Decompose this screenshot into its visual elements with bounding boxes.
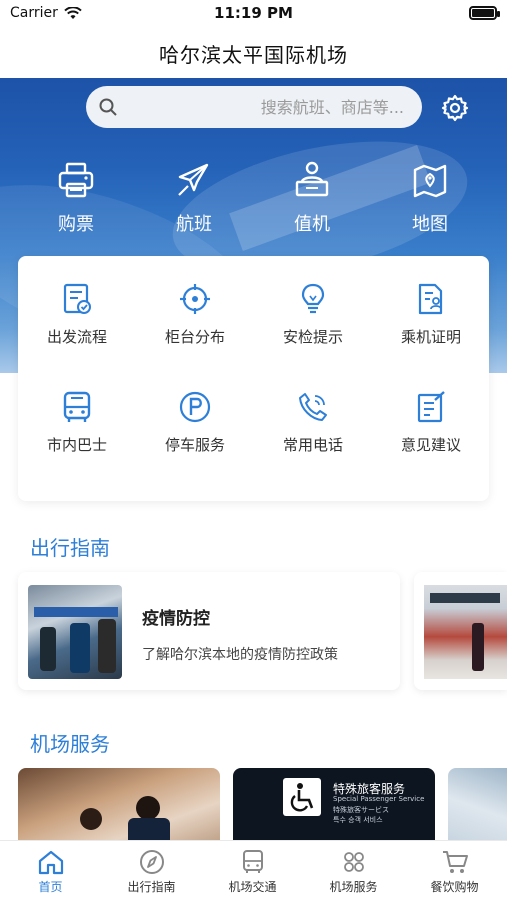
service-counter-layout[interactable]: 柜台分布	[136, 282, 254, 372]
quick-action-label: 值机	[294, 214, 330, 235]
special-passenger-line: 特殊旅客サービス	[333, 806, 389, 814]
navigation-bar: 哈尔滨太平国际机场	[0, 28, 507, 78]
tab-bar: 首页 出行指南 机场交通 机场服务 餐饮购物	[0, 840, 507, 900]
service-card-vip[interactable]	[18, 768, 220, 840]
target-icon	[180, 284, 210, 314]
service-departure-process[interactable]: 出发流程	[18, 282, 136, 372]
tab-dining-shopping[interactable]: 餐饮购物	[404, 841, 505, 900]
quick-action-map[interactable]: 地图	[385, 160, 475, 240]
service-label: 市内巴士	[46, 436, 107, 454]
photo-figure	[136, 796, 160, 820]
services-grid-icon	[343, 852, 364, 872]
service-feedback[interactable]: 意见建议	[372, 390, 490, 480]
departure-form-icon	[63, 283, 91, 314]
service-label: 柜台分布	[164, 328, 225, 346]
tab-label: 首页	[38, 880, 63, 894]
status-bar: Carrier 11:19 PM	[0, 0, 507, 28]
tab-label: 机场服务	[329, 880, 378, 894]
service-city-bus[interactable]: 市内巴士	[18, 390, 136, 480]
guide-photo	[424, 585, 507, 679]
photo-signage	[34, 607, 118, 617]
document-person-icon	[418, 283, 443, 315]
battery-icon	[469, 6, 500, 20]
section-title-travel-guide: 出行指南	[30, 536, 110, 560]
bus-icon	[63, 391, 91, 422]
quick-action-label: 航班	[176, 214, 212, 235]
service-label: 乘机证明	[400, 328, 461, 346]
tab-travel-guide[interactable]: 出行指南	[101, 841, 202, 900]
compass-icon	[139, 850, 164, 874]
feedback-icon	[417, 391, 445, 423]
service-parking[interactable]: 停车服务	[136, 390, 254, 480]
service-label: 停车服务	[164, 436, 225, 454]
map-icon	[413, 164, 447, 198]
service-boarding-certificate[interactable]: 乘机证明	[372, 282, 490, 372]
airplane-icon	[178, 163, 209, 196]
search-input[interactable]	[126, 86, 404, 128]
tab-airport-services[interactable]: 机场服务	[303, 841, 404, 900]
service-label: 出发流程	[46, 328, 107, 346]
service-label: 常用电话	[282, 436, 343, 454]
cart-icon	[442, 851, 468, 873]
tab-label: 机场交通	[228, 880, 277, 894]
airport-services-carousel: 特殊旅客服务 Special Passenger Service 特殊旅客サービ…	[0, 768, 507, 840]
quick-action-flights[interactable]: 航班	[149, 160, 239, 240]
photo-figure	[70, 623, 90, 673]
service-card-next[interactable]	[448, 768, 507, 840]
service-security-tips[interactable]: 安检提示	[254, 282, 372, 372]
page-title: 哈尔滨太平国际机场	[159, 42, 348, 67]
photo-signage	[430, 593, 500, 603]
gear-icon[interactable]	[441, 94, 469, 122]
quick-action-label: 购票	[58, 214, 94, 235]
service-phone-numbers[interactable]: 常用电话	[254, 390, 372, 480]
guide-card-next[interactable]	[414, 572, 507, 690]
tab-label: 餐饮购物	[430, 880, 479, 894]
checkin-person-icon	[295, 161, 329, 197]
guide-photo	[28, 585, 122, 679]
quick-actions: 购票 航班 值机 地图	[0, 160, 507, 240]
guide-card-title: 疫情防控	[142, 609, 210, 629]
home-icon	[38, 850, 63, 875]
guide-card-epidemic[interactable]: 疫情防控 了解哈尔滨本地的疫情防控政策	[18, 572, 400, 690]
parking-icon	[179, 391, 211, 423]
search-icon	[99, 98, 117, 116]
wheelchair-icon	[283, 778, 321, 816]
quick-action-checkin[interactable]: 值机	[267, 160, 357, 240]
service-card-special-passenger[interactable]: 特殊旅客服务 Special Passenger Service 特殊旅客サービ…	[233, 768, 435, 840]
section-title-airport-services: 机场服务	[30, 732, 110, 756]
photo-figure	[80, 808, 102, 830]
tab-airport-transport[interactable]: 机场交通	[202, 841, 303, 900]
photo-figure	[40, 627, 56, 671]
photo-figure	[128, 818, 170, 840]
quick-action-label: 地图	[412, 214, 448, 235]
photo-figure	[472, 623, 484, 671]
search-bar[interactable]	[86, 86, 422, 128]
quick-action-tickets[interactable]: 购票	[31, 160, 121, 240]
phone-icon	[299, 393, 327, 421]
special-passenger-line: 특수 승객 서비스	[333, 816, 383, 824]
service-label: 安检提示	[282, 328, 343, 346]
tab-home[interactable]: 首页	[0, 841, 101, 900]
service-label: 意见建议	[400, 436, 461, 454]
printer-icon	[58, 162, 94, 198]
tab-label: 出行指南	[127, 880, 176, 894]
guide-card-description: 了解哈尔滨本地的疫情防控政策	[142, 647, 338, 663]
services-card: 出发流程 柜台分布 安检提示 乘机证明 市内巴士 停车服务 常用电话 意见建议	[18, 256, 489, 501]
photo-figure	[98, 619, 116, 673]
clock: 11:19 PM	[214, 4, 293, 22]
special-passenger-subtitle: Special Passenger Service	[333, 795, 425, 803]
lightbulb-icon	[301, 283, 325, 314]
bus-front-icon	[242, 850, 263, 873]
